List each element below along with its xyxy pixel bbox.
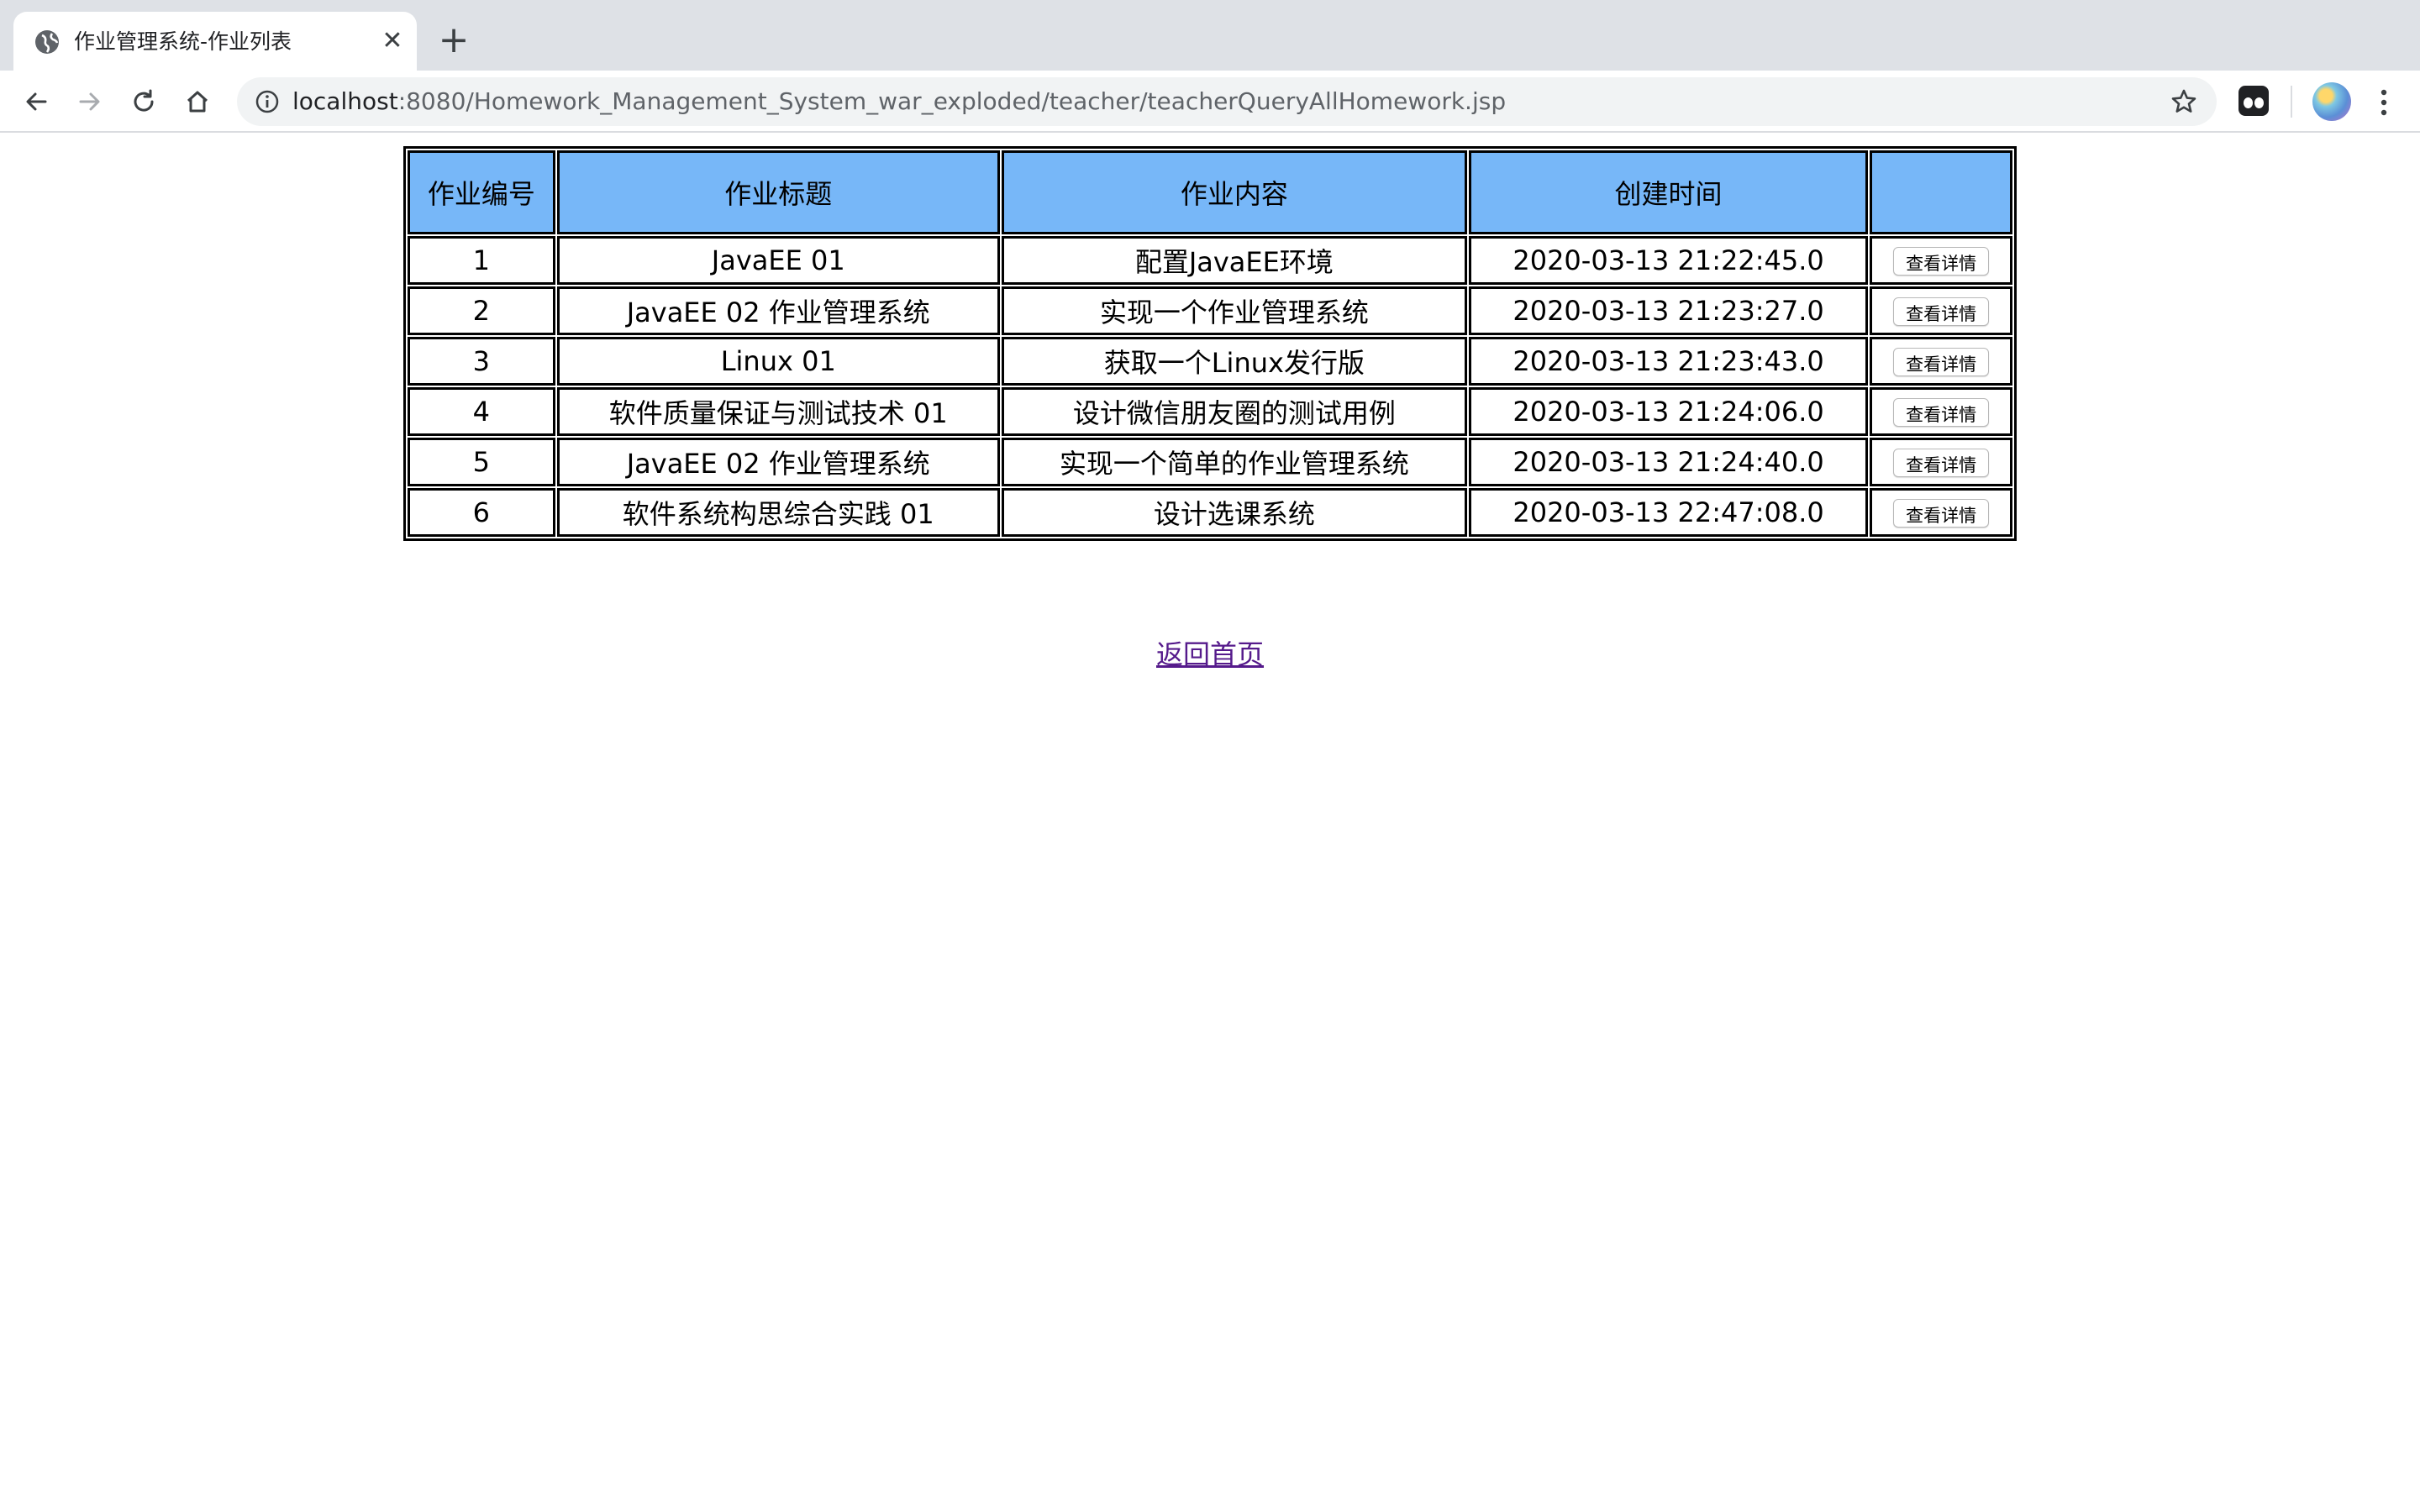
- cell-action: 查看详情: [1870, 438, 2012, 486]
- avatar[interactable]: [2312, 82, 2351, 121]
- cell-action: 查看详情: [1870, 337, 2012, 386]
- cell-title: JavaEE 02 作业管理系统: [556, 438, 1000, 486]
- cell-action: 查看详情: [1870, 488, 2012, 537]
- table-row: 3 Linux 01 获取一个Linux发行版 2020-03-13 21:23…: [408, 337, 2012, 386]
- header-created: 创建时间: [1468, 150, 1869, 234]
- header-action: [1870, 150, 2012, 234]
- cell-action: 查看详情: [1870, 286, 2012, 335]
- cell-title: 软件质量保证与测试技术 01: [556, 387, 1000, 436]
- table-row: 4 软件质量保证与测试技术 01 设计微信朋友圈的测试用例 2020-03-13…: [408, 387, 2012, 436]
- header-title: 作业标题: [556, 150, 1000, 234]
- table-header-row: 作业编号 作业标题 作业内容 创建时间: [408, 150, 2012, 234]
- cell-content: 配置JavaEE环境: [1001, 236, 1467, 285]
- cell-created: 2020-03-13 22:47:08.0: [1468, 488, 1869, 537]
- table-row: 1 JavaEE 01 配置JavaEE环境 2020-03-13 21:22:…: [408, 236, 2012, 285]
- browser-tab[interactable]: 作业管理系统-作业列表 ✕: [13, 12, 417, 71]
- reload-button[interactable]: [126, 84, 161, 119]
- address-bar[interactable]: localhost:8080/Homework_Management_Syste…: [237, 77, 2217, 126]
- extension-eye-left: [2244, 97, 2253, 108]
- cell-title: 软件系统构思综合实践 01: [556, 488, 1000, 537]
- cell-created: 2020-03-13 21:23:27.0: [1468, 286, 1869, 335]
- forward-icon: [79, 92, 100, 111]
- close-tab-icon[interactable]: ✕: [378, 27, 407, 55]
- cell-content: 设计微信朋友圈的测试用例: [1001, 387, 1467, 436]
- cell-action: 查看详情: [1870, 387, 2012, 436]
- browser-toolbar: localhost:8080/Homework_Management_Syste…: [0, 71, 2420, 133]
- cell-created: 2020-03-13 21:24:06.0: [1468, 387, 1869, 436]
- home-icon: [187, 91, 208, 113]
- view-details-button[interactable]: 查看详情: [1893, 499, 1990, 528]
- url-text[interactable]: localhost:8080/Homework_Management_Syste…: [292, 77, 1506, 126]
- cell-id: 2: [408, 286, 555, 335]
- header-content: 作业内容: [1001, 150, 1467, 234]
- reload-icon: [134, 89, 154, 112]
- cell-content: 实现一个简单的作业管理系统: [1001, 438, 1467, 486]
- table-row: 5 JavaEE 02 作业管理系统 实现一个简单的作业管理系统 2020-03…: [408, 438, 2012, 486]
- cell-title: Linux 01: [556, 337, 1000, 386]
- cell-content: 获取一个Linux发行版: [1001, 337, 1467, 386]
- view-details-button[interactable]: 查看详情: [1893, 398, 1990, 427]
- table-row: 2 JavaEE 02 作业管理系统 实现一个作业管理系统 2020-03-13…: [408, 286, 2012, 335]
- toolbar-separator: [2291, 86, 2292, 118]
- extension-eye-right: [2254, 97, 2264, 108]
- view-details-button[interactable]: 查看详情: [1893, 348, 1990, 376]
- extension-icon[interactable]: [2238, 86, 2269, 116]
- cell-title: JavaEE 01: [556, 236, 1000, 285]
- back-icon: [26, 92, 47, 111]
- table-row: 6 软件系统构思综合实践 01 设计选课系统 2020-03-13 22:47:…: [408, 488, 2012, 537]
- cell-id: 4: [408, 387, 555, 436]
- cell-created: 2020-03-13 21:23:43.0: [1468, 337, 1869, 386]
- info-icon[interactable]: [254, 88, 281, 115]
- globe-icon: [35, 30, 59, 54]
- back-to-home-link[interactable]: 返回首页: [1156, 633, 1264, 672]
- cell-id: 3: [408, 337, 555, 386]
- cell-title: JavaEE 02 作业管理系统: [556, 286, 1000, 335]
- cell-content: 实现一个作业管理系统: [1001, 286, 1467, 335]
- back-button[interactable]: [18, 84, 54, 119]
- star-icon[interactable]: [2170, 87, 2198, 116]
- cell-created: 2020-03-13 21:24:40.0: [1468, 438, 1869, 486]
- cell-id: 6: [408, 488, 555, 537]
- homework-table: 作业编号 作业标题 作业内容 创建时间 1 JavaEE 01 配置JavaEE…: [403, 146, 2017, 541]
- home-button[interactable]: [180, 84, 215, 119]
- view-details-button[interactable]: 查看详情: [1893, 297, 1990, 326]
- menu-icon[interactable]: [2371, 86, 2396, 119]
- url-host: localhost: [292, 87, 398, 115]
- view-details-button[interactable]: 查看详情: [1893, 247, 1990, 276]
- cell-created: 2020-03-13 21:22:45.0: [1468, 236, 1869, 285]
- forward-button[interactable]: [72, 84, 108, 119]
- header-id: 作业编号: [408, 150, 555, 234]
- tab-title: 作业管理系统-作业列表: [74, 29, 292, 54]
- cell-content: 设计选课系统: [1001, 488, 1467, 537]
- new-tab-button[interactable]: +: [437, 22, 471, 59]
- cell-id: 1: [408, 236, 555, 285]
- url-path: :8080/Homework_Management_System_war_exp…: [397, 87, 1507, 115]
- view-details-button[interactable]: 查看详情: [1893, 449, 1990, 477]
- page-content: 作业编号 作业标题 作业内容 创建时间 1 JavaEE 01 配置JavaEE…: [0, 133, 2420, 1512]
- cell-id: 5: [408, 438, 555, 486]
- cell-action: 查看详情: [1870, 236, 2012, 285]
- tab-strip: 作业管理系统-作业列表 ✕ +: [0, 0, 2420, 71]
